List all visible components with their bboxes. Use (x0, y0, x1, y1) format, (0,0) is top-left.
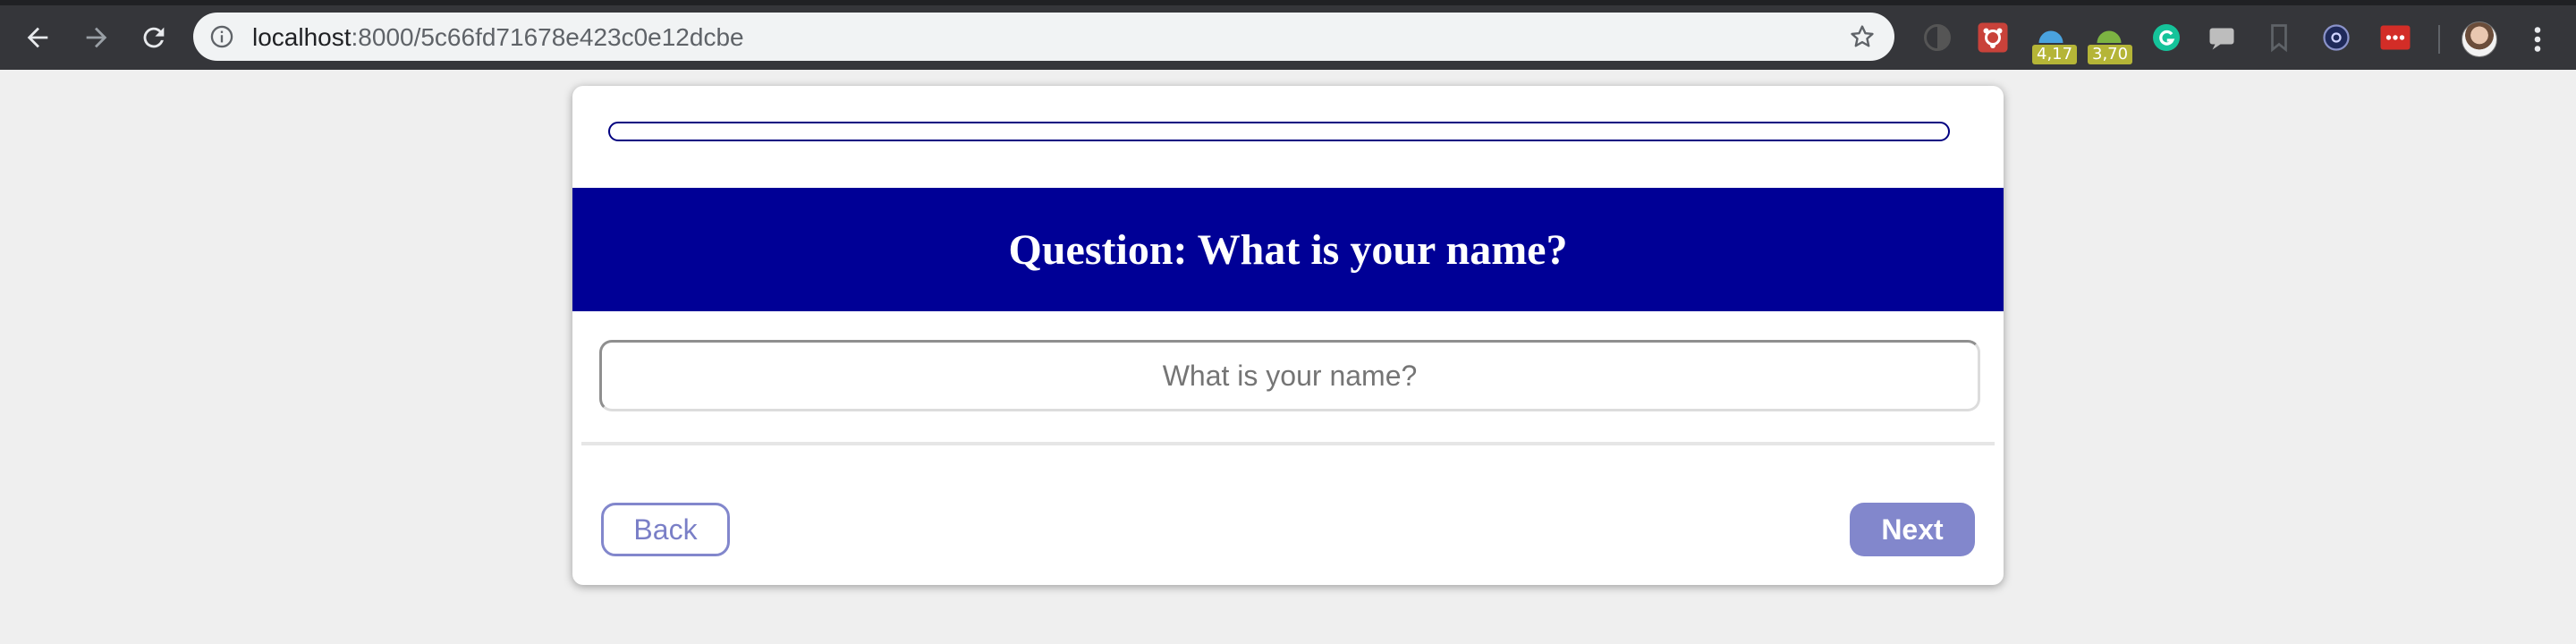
reload-icon (143, 27, 165, 48)
arrow-left-icon (27, 27, 48, 48)
url-path: :8000/5c66fd71678e423c0e12dcbe (351, 23, 744, 51)
toolbar-separator (2438, 25, 2440, 54)
arrow-right-icon (86, 27, 107, 48)
address-bar[interactable]: localhost:8000/5c66fd71678e423c0e12dcbe (193, 13, 1894, 61)
reload-button[interactable] (134, 18, 174, 57)
divider (581, 442, 1995, 445)
back-nav-button[interactable] (18, 18, 57, 57)
bookmark-extension-icon[interactable] (2263, 21, 2295, 54)
name-input[interactable] (599, 340, 1980, 411)
grammarly-extension-icon[interactable] (2150, 21, 2182, 54)
weather-badge: 4,17 (2032, 45, 2078, 64)
url-host: localhost (252, 23, 352, 51)
lastpass-extension-icon[interactable] (2379, 21, 2411, 54)
bookmark-star-icon[interactable] (1848, 22, 1877, 51)
dark-mode-extension-icon[interactable] (1921, 21, 1953, 54)
info-icon[interactable] (209, 24, 234, 49)
profile-avatar[interactable] (2462, 21, 2497, 57)
browser-toolbar: localhost:8000/5c66fd71678e423c0e12dcbe … (0, 0, 2576, 70)
question-header: Question: What is your name? (572, 188, 2004, 311)
chat-extension-icon[interactable] (2206, 21, 2238, 54)
progress-bar (608, 122, 1950, 141)
forward-nav-button[interactable] (77, 18, 116, 57)
next-button[interactable]: Next (1850, 503, 1975, 556)
question-title: Question: What is your name? (1008, 225, 1568, 274)
survey-card: Question: What is your name? Back Next (572, 86, 2004, 585)
back-button[interactable]: Back (601, 503, 730, 556)
target-extension-icon[interactable] (2320, 21, 2352, 54)
url-text: localhost:8000/5c66fd71678e423c0e12dcbe (252, 23, 744, 52)
pixel-extension-icon[interactable] (1977, 21, 2009, 54)
more-vert-icon[interactable] (2524, 23, 2551, 55)
android-badge: 3,70 (2088, 45, 2133, 64)
